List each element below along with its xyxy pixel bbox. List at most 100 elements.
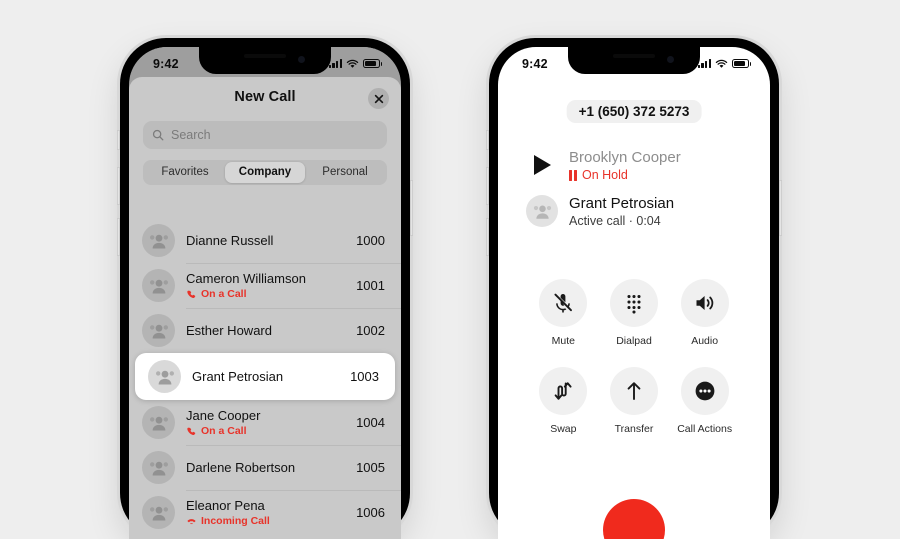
search-input[interactable]: Search	[143, 121, 387, 149]
close-icon	[374, 94, 383, 103]
call-actions-button[interactable]: Call Actions	[669, 367, 740, 435]
contact-meta: Esther Howard	[186, 323, 346, 339]
front-camera	[667, 56, 674, 63]
earpiece-speaker	[613, 54, 655, 58]
phone-left-screen: 9:42 New Call Search Favorites Company P…	[129, 47, 401, 539]
contact-list[interactable]: Dianne Russell 1000 Cameron Williamson O…	[129, 218, 401, 539]
swap-arrows-icon	[554, 382, 572, 400]
call-participant-name: Brooklyn Cooper	[569, 149, 681, 166]
battery-icon	[732, 59, 751, 68]
call-row-text: Brooklyn Cooper On Hold	[569, 148, 681, 182]
contact-meta: Grant Petrosian	[192, 369, 340, 385]
dialpad-button[interactable]: Dialpad	[599, 279, 670, 347]
search-icon	[152, 129, 164, 141]
list-item[interactable]: Darlene Robertson 1005	[129, 445, 401, 490]
status-time: 9:42	[522, 56, 548, 71]
contact-extension: 1001	[356, 278, 385, 293]
phone-right-in-call: 9:42 +1 (650) 372 5273 Brooklyn Cooper O…	[486, 38, 782, 539]
contact-name: Esther Howard	[186, 322, 272, 338]
swap-button-circle	[539, 367, 588, 415]
volume-up-button[interactable]	[486, 167, 489, 205]
list-item[interactable]: Jane Cooper On a Call 1004	[129, 400, 401, 445]
contact-extension: 1005	[356, 460, 385, 475]
phone-right-screen: 9:42 +1 (650) 372 5273 Brooklyn Cooper O…	[498, 47, 770, 539]
contact-status: On a Call	[186, 425, 346, 437]
call-row-text: Grant Petrosian Active call · 0:04	[569, 194, 674, 228]
avatar	[142, 314, 175, 347]
volume-down-button[interactable]	[117, 218, 120, 256]
front-camera	[298, 56, 305, 63]
tab-favorites[interactable]: Favorites	[145, 162, 225, 183]
avatar	[148, 360, 181, 393]
contact-scope-tabs: Favorites Company Personal	[143, 160, 387, 185]
call-status-label: On Hold	[582, 168, 628, 182]
avatar	[142, 451, 175, 484]
tab-company[interactable]: Company	[225, 162, 305, 183]
close-button[interactable]	[368, 88, 389, 109]
contact-status-label: On a Call	[201, 288, 247, 300]
call-participant-name: Grant Petrosian	[569, 195, 675, 212]
group-avatar-icon	[149, 461, 168, 475]
group-avatar-icon	[149, 234, 168, 248]
phone-icon	[187, 290, 196, 298]
transfer-button[interactable]: Transfer	[599, 367, 670, 435]
tab-personal[interactable]: Personal	[305, 162, 385, 183]
call-participant-status: On Hold	[569, 168, 681, 182]
mute-switch[interactable]	[117, 130, 120, 150]
transfer-button-label: Transfer	[614, 423, 654, 435]
contact-name: Eleanor Pena	[186, 498, 265, 513]
contact-name: Cameron Williamson	[186, 271, 306, 286]
audio-button-circle	[680, 279, 729, 327]
mute-button[interactable]: Mute	[528, 279, 599, 347]
incoming-call-icon	[187, 518, 196, 524]
contact-name: Jane Cooper	[186, 408, 261, 423]
resume-call-button[interactable]	[524, 155, 560, 175]
avatar	[524, 195, 560, 227]
contact-status-label: On a Call	[201, 425, 247, 437]
call-actions-grid: Mute Dialpad Audio Swap Transfer Call Ac…	[498, 279, 770, 435]
call-participants: Brooklyn Cooper On Hold Grant Petrosian …	[498, 142, 770, 234]
call-row-on-hold[interactable]: Brooklyn Cooper On Hold	[498, 142, 770, 188]
swap-button[interactable]: Swap	[528, 367, 599, 435]
contact-extension: 1003	[350, 369, 379, 384]
group-avatar-icon	[149, 279, 168, 293]
contact-status-label: Incoming Call	[201, 515, 270, 527]
swap-button-label: Swap	[550, 423, 577, 435]
volume-down-button[interactable]	[486, 218, 489, 256]
contact-status: On a Call	[186, 288, 346, 300]
audio-button[interactable]: Audio	[669, 279, 740, 347]
list-item[interactable]: Eleanor Pena Incoming Call 1006	[129, 490, 401, 535]
group-avatar-icon	[149, 506, 168, 520]
contact-meta: Jane Cooper On a Call	[186, 408, 346, 437]
wifi-icon	[346, 59, 359, 68]
power-button[interactable]	[410, 180, 413, 236]
list-item[interactable]: Dianne Russell 1000	[129, 218, 401, 263]
contact-extension: 1000	[356, 233, 385, 248]
call-row-active[interactable]: Grant Petrosian Active call · 0:04	[498, 188, 770, 234]
screenshot-canvas: 9:42 New Call Search Favorites Company P…	[0, 0, 900, 539]
contact-meta: Cameron Williamson On a Call	[186, 271, 346, 300]
power-button[interactable]	[779, 180, 782, 236]
arrow-up-icon	[627, 382, 641, 400]
status-icons	[697, 59, 751, 69]
microphone-muted-icon	[554, 293, 573, 313]
sheet-header: New Call	[129, 77, 401, 121]
status-time: 9:42	[153, 56, 179, 71]
contact-extension: 1002	[356, 323, 385, 338]
volume-up-button[interactable]	[117, 167, 120, 205]
list-item-selected[interactable]: Grant Petrosian 1003	[135, 353, 395, 400]
battery-icon	[363, 59, 382, 68]
list-item[interactable]: Esther Howard 1002	[129, 308, 401, 353]
ellipsis-circle-icon	[695, 381, 715, 401]
notch	[568, 47, 700, 74]
contact-meta: Darlene Robertson	[186, 460, 346, 476]
dialpad-icon	[627, 294, 641, 314]
contact-status: Incoming Call	[186, 515, 346, 527]
contact-name: Grant Petrosian	[192, 368, 284, 384]
end-call-button[interactable]	[603, 499, 665, 539]
list-item[interactable]: Cameron Williamson On a Call 1001	[129, 263, 401, 308]
phone-icon	[187, 427, 196, 435]
mute-button-circle	[539, 279, 588, 327]
mute-switch[interactable]	[486, 130, 489, 150]
search-placeholder: Search	[171, 128, 211, 142]
